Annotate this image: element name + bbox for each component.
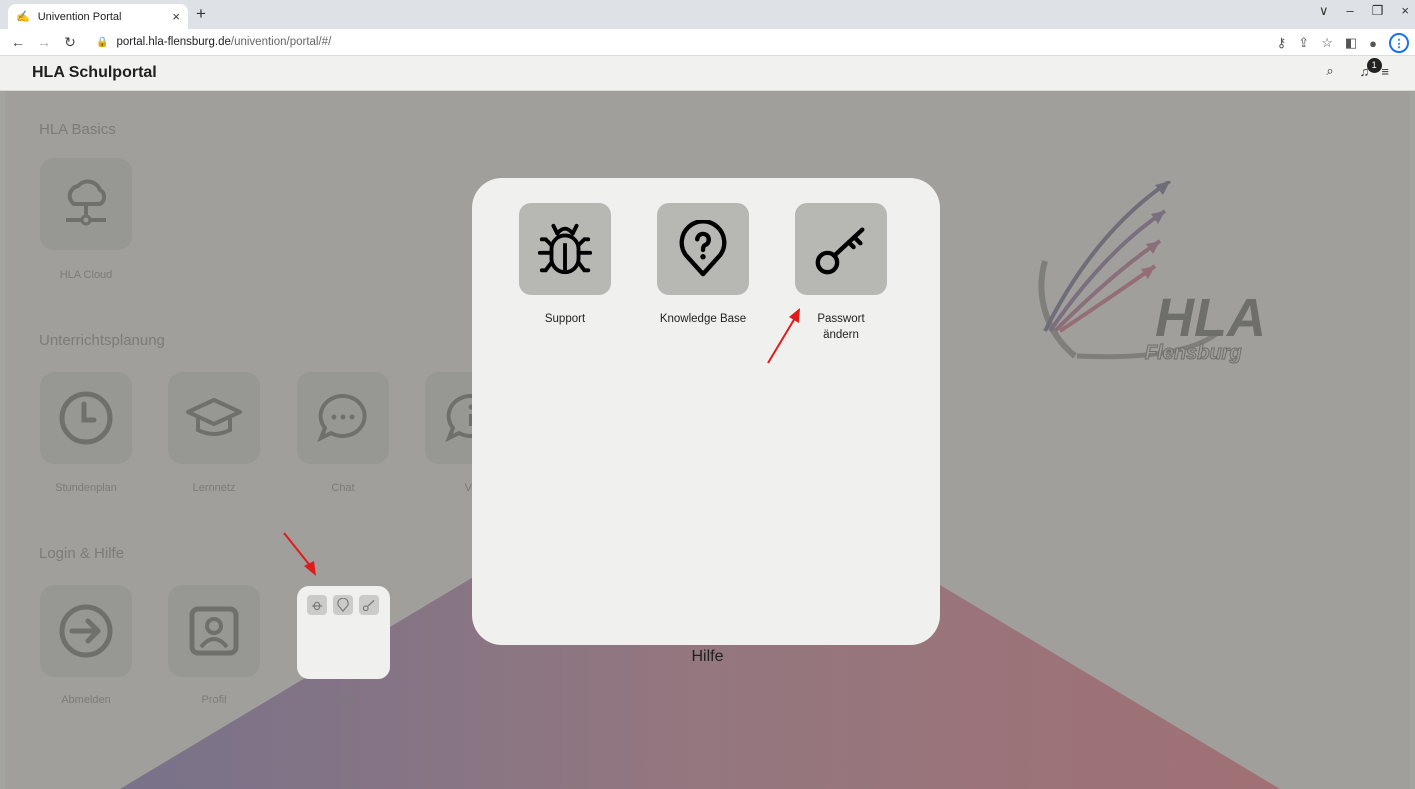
tab-title: Univention Portal — [37, 10, 122, 23]
browser-tab[interactable]: ✍ Univention Portal × — [8, 4, 188, 29]
tile-label-stundenplan: Stundenplan — [55, 482, 117, 494]
browser-actions: ⚷ ⇪ ☆ ◧ ● ⋮ — [1277, 33, 1409, 53]
tile-label-abmelden: Abmelden — [61, 694, 111, 706]
window-controls: ∨ – ❐ × — [1319, 3, 1409, 19]
support-tile[interactable] — [519, 203, 611, 295]
mini-key-icon — [359, 595, 379, 615]
section-title-login: Login & Hilfe — [39, 545, 125, 562]
url-path: /univention/portal/#/ — [230, 36, 332, 48]
mini-bug-icon — [307, 595, 327, 615]
search-icon[interactable]: ⌕ — [1326, 63, 1333, 79]
passwort-label-line2: ändern — [823, 329, 859, 341]
tab-search-icon[interactable]: ∨ — [1319, 3, 1329, 19]
support-label: Support — [544, 313, 586, 325]
folder-caption: Hilfe — [691, 648, 724, 665]
question-pin-icon — [679, 220, 727, 277]
key-icon[interactable]: ⚷ — [1277, 35, 1287, 51]
tile-label-lernnetz: Lernnetz — [192, 482, 236, 494]
browser-menu-icon[interactable]: ⋮ — [1389, 33, 1409, 53]
minimize-button[interactable]: – — [1347, 3, 1354, 19]
tile-lernnetz[interactable] — [168, 372, 260, 464]
annotation-arrow-passwort — [767, 308, 800, 364]
tile-stundenplan[interactable] — [40, 372, 132, 464]
menu-icon[interactable]: ≡ — [1381, 64, 1389, 79]
section-title-unterricht: Unterrichtsplanung — [39, 332, 165, 349]
section-title-basics: HLA Basics — [39, 121, 116, 138]
passwort-aendern-tile[interactable] — [795, 203, 887, 295]
bell-icon[interactable]: ♫ 1 — [1360, 57, 1382, 79]
tile-label-chat: Chat — [331, 482, 355, 494]
profile-icon[interactable]: ● — [1369, 36, 1377, 51]
forward-icon[interactable]: → — [36, 34, 52, 50]
share-icon[interactable]: ⇪ — [1298, 35, 1309, 51]
tile-label-hla-cloud: HLA Cloud — [59, 269, 113, 281]
annotation-arrow-folder — [283, 532, 316, 576]
key-icon — [815, 227, 865, 275]
sidepanel-icon[interactable]: ◧ — [1345, 35, 1357, 51]
tile-hla-cloud[interactable] — [40, 158, 132, 250]
cloud-network-icon — [66, 179, 107, 226]
tab-close-icon[interactable]: × — [172, 9, 180, 24]
tile-label-profil: Profil — [201, 694, 227, 706]
back-icon[interactable]: ← — [10, 34, 26, 50]
hla-flensburg-logo: HLA Flensburg — [1005, 179, 1266, 371]
logo-hla-text: HLA — [1155, 288, 1265, 348]
portal-header: HLA Schulportal ⌕ ♫ 1 ≡ — [0, 56, 1415, 91]
restore-button[interactable]: ❐ — [1372, 3, 1384, 19]
mini-question-pin-icon — [333, 595, 353, 615]
clock-icon — [59, 391, 113, 445]
tile-chat[interactable] — [297, 372, 389, 464]
close-window-button[interactable]: × — [1401, 3, 1409, 19]
tile-label-hilfe: Hilfe — [331, 694, 354, 706]
knowledge-base-tile[interactable] — [657, 203, 749, 295]
passwort-label-line1: Passwort — [817, 313, 865, 325]
bug-icon — [537, 223, 593, 275]
logo-flensburg-text: Flensburg — [1145, 342, 1242, 364]
chat-bubble-icon — [317, 393, 367, 443]
hilfe-folder-modal: Support Knowledge Base Passwort ändern — [472, 178, 940, 645]
favicon-icon: ✍ — [16, 11, 30, 23]
lock-icon[interactable]: 🔒 — [96, 37, 108, 48]
url-field[interactable]: portal.hla-flensburg.de/univention/porta… — [116, 36, 331, 48]
url-host: portal.hla-flensburg.de — [116, 36, 231, 48]
header-icons: ⌕ ♫ 1 ≡ — [1326, 57, 1389, 79]
address-bar: ← → ↻ 🔒 portal.hla-flensburg.de/univenti… — [0, 29, 1415, 56]
knowledge-base-label: Knowledge Base — [659, 313, 747, 325]
new-tab-button[interactable]: + — [196, 4, 206, 24]
star-icon[interactable]: ☆ — [1321, 35, 1333, 51]
browser-tab-bar: ✍ Univention Portal × + ∨ – ❐ × — [0, 0, 1415, 29]
portal-title[interactable]: HLA Schulportal — [32, 64, 157, 82]
notification-badge: 1 — [1366, 57, 1382, 73]
reload-icon[interactable]: ↻ — [62, 34, 78, 51]
graduation-cap-icon — [186, 398, 242, 436]
